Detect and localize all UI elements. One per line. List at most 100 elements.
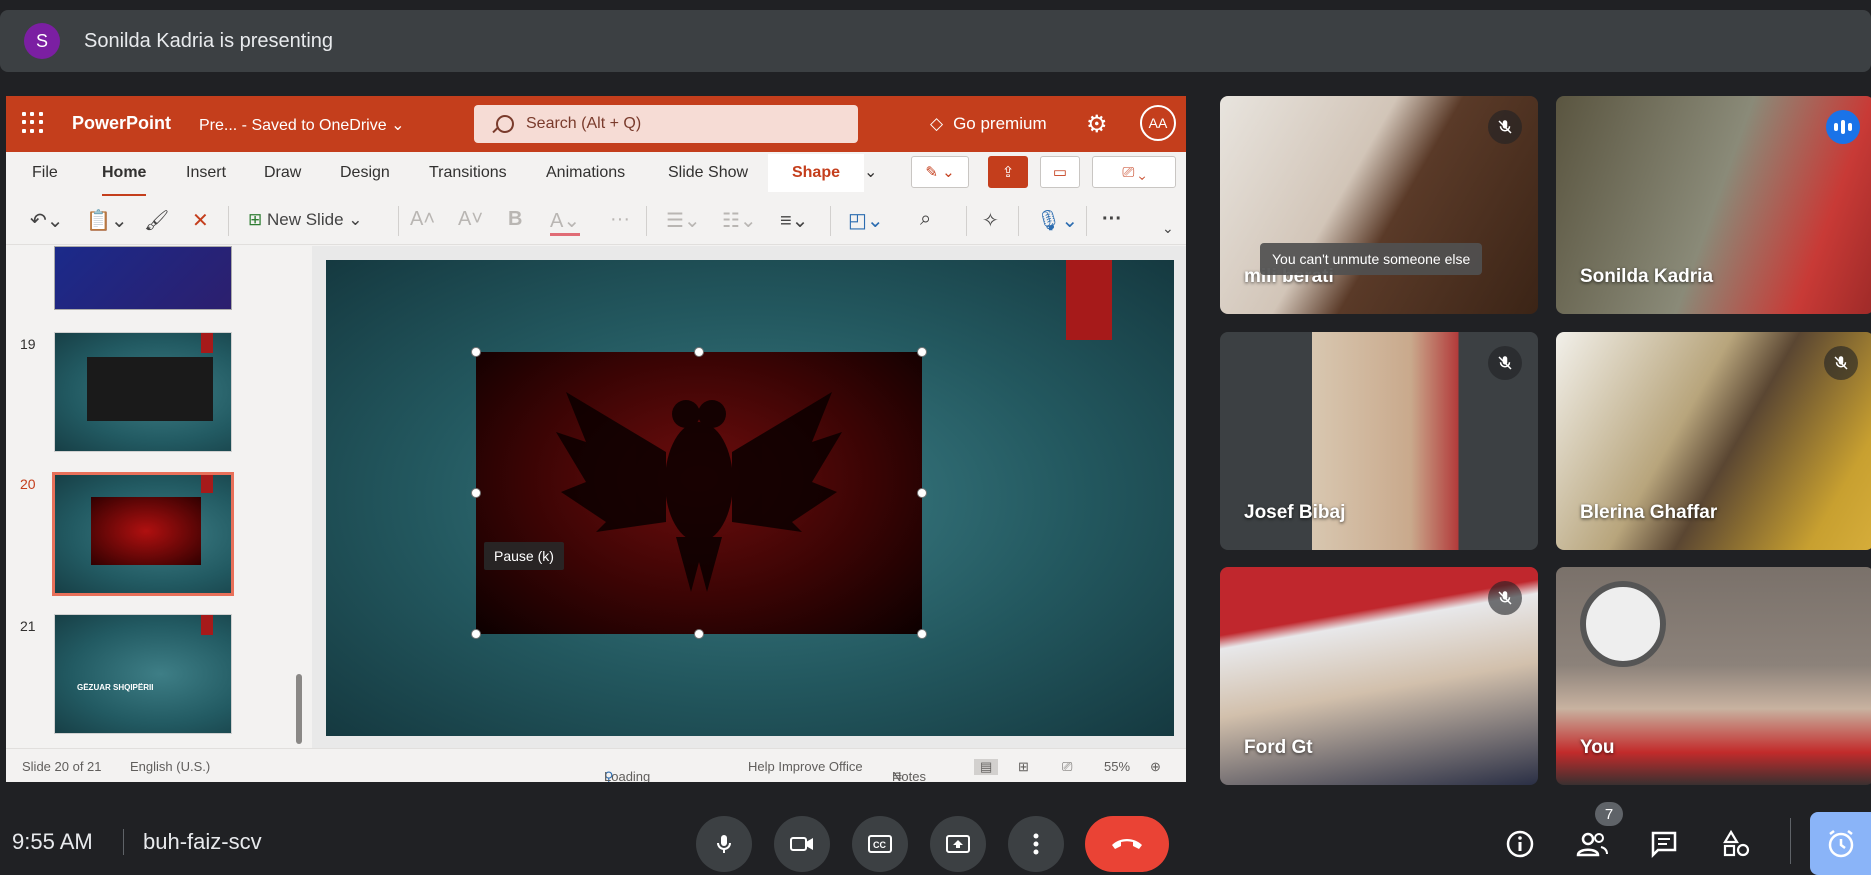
- activities-icon[interactable]: [1718, 826, 1754, 862]
- sorter-view-icon[interactable]: ⊞: [1018, 759, 1029, 775]
- present-now-button[interactable]: [930, 816, 986, 872]
- captions-icon: CC: [868, 835, 892, 853]
- account-avatar[interactable]: AA: [1140, 105, 1176, 141]
- participant-tile[interactable]: You: [1556, 567, 1871, 785]
- numbering-icon[interactable]: ☷⌄: [722, 208, 757, 233]
- find-icon[interactable]: ⌕: [920, 208, 931, 231]
- undo-icon[interactable]: ↶⌄: [30, 208, 64, 233]
- timer-button[interactable]: [1810, 812, 1871, 875]
- bold-icon[interactable]: B: [508, 208, 522, 231]
- chat-icon[interactable]: [1646, 826, 1682, 862]
- document-name[interactable]: Pre... - Saved to OneDrive ⌄: [199, 115, 405, 135]
- participant-name: Blerina Ghaffar: [1580, 502, 1718, 523]
- slide-thumbnail-18[interactable]: [54, 246, 232, 310]
- tab-animations[interactable]: Animations: [546, 164, 625, 182]
- format-painter-icon[interactable]: 🖌: [144, 208, 169, 233]
- microphone-button[interactable]: [696, 816, 752, 872]
- mic-off-icon: [1488, 346, 1522, 380]
- zoom-level[interactable]: 55%: [1104, 759, 1130, 774]
- powerpoint-window: PowerPoint Pre... - Saved to OneDrive ⌄ …: [6, 96, 1186, 782]
- participant-name: Sonilda Kadria: [1580, 266, 1714, 287]
- slide-thumbnail-21[interactable]: GËZUAR SHQIPËRII: [54, 614, 232, 734]
- grow-font-icon[interactable]: A˄: [410, 208, 435, 231]
- fit-slide-icon[interactable]: ⊕: [1150, 759, 1161, 775]
- ribbon-toolbar: ↶⌄ 📋⌄ 🖌 ✕ ⊞ New Slide ⌄ A˄ A˅ B A⌄ ··· ☰…: [6, 196, 1186, 245]
- participant-name: You: [1580, 737, 1615, 758]
- meeting-details-icon[interactable]: [1502, 826, 1538, 862]
- tab-home[interactable]: Home: [102, 164, 147, 197]
- help-improve-link[interactable]: Help Improve Office: [748, 759, 863, 774]
- current-slide[interactable]: Pause (k): [326, 260, 1174, 736]
- slide-count: Slide 20 of 21: [22, 759, 102, 774]
- speaking-indicator-icon: [1826, 110, 1860, 144]
- language-label[interactable]: English (U.S.): [130, 759, 210, 774]
- captions-button[interactable]: CC: [852, 816, 908, 872]
- participant-tile[interactable]: Josef Bibaj: [1220, 332, 1538, 550]
- tab-shape[interactable]: Shape: [768, 154, 864, 192]
- tab-transitions[interactable]: Transitions: [429, 164, 507, 182]
- tab-draw[interactable]: Draw: [264, 164, 301, 182]
- normal-view-icon[interactable]: ▤: [974, 759, 999, 775]
- font-color-icon[interactable]: A⌄: [550, 208, 581, 236]
- current-time: 9:55 AM: [12, 829, 93, 854]
- gear-icon[interactable]: ⚙: [1086, 110, 1108, 139]
- app-name[interactable]: PowerPoint: [72, 113, 171, 134]
- new-slide-button[interactable]: ⊞ New Slide ⌄: [248, 210, 363, 230]
- shrink-font-icon[interactable]: A˅: [458, 208, 483, 231]
- share-button[interactable]: ⇪: [988, 156, 1028, 188]
- dictate-icon[interactable]: 🎙⌄: [1036, 208, 1078, 233]
- app-launcher-icon[interactable]: [22, 112, 44, 134]
- participant-tile[interactable]: mili berati: [1220, 96, 1538, 314]
- divider: [123, 829, 124, 855]
- leave-call-button[interactable]: [1085, 816, 1169, 872]
- participant-tile[interactable]: Sonilda Kadria: [1556, 96, 1871, 314]
- reading-view-icon[interactable]: ⎚: [1062, 759, 1072, 775]
- mic-off-icon: [1488, 581, 1522, 615]
- present-button[interactable]: ⎚ ⌄: [1092, 156, 1176, 188]
- participant-tile[interactable]: Blerina Ghaffar: [1556, 332, 1871, 550]
- delete-icon[interactable]: ✕: [192, 208, 209, 233]
- tab-insert[interactable]: Insert: [186, 164, 226, 182]
- more-font-icon[interactable]: ···: [610, 208, 630, 231]
- slide-number: 20: [20, 476, 36, 492]
- diamond-icon: ◇: [930, 114, 944, 133]
- status-bar: Slide 20 of 21 English (U.S.) ⚲ Loading …: [6, 748, 1186, 782]
- pen-tool-button[interactable]: ✎ ⌄: [911, 156, 969, 188]
- align-icon[interactable]: ≡⌄: [780, 208, 808, 233]
- mic-off-icon: [1488, 110, 1522, 144]
- hang-up-icon: [1112, 839, 1142, 849]
- pause-tooltip: Pause (k): [484, 542, 564, 570]
- meeting-code: buh-faiz-scv: [143, 829, 262, 854]
- slide-thumbnails-pane: 19 20 21 GËZUAR SHQIPËRII: [6, 246, 306, 748]
- unmute-tooltip: You can't unmute someone else: [1260, 243, 1483, 275]
- chevron-down-icon[interactable]: ⌄: [864, 162, 877, 182]
- designer-icon[interactable]: ✧: [982, 208, 999, 233]
- chevron-down-icon[interactable]: ⌄: [1162, 220, 1174, 237]
- tab-file[interactable]: File: [32, 164, 58, 182]
- tab-design[interactable]: Design: [340, 164, 390, 182]
- thumbnail-scrollbar[interactable]: [296, 674, 302, 744]
- search-input[interactable]: Search (Alt + Q): [474, 105, 858, 143]
- camera-button[interactable]: [774, 816, 830, 872]
- red-accent-shape: [1066, 260, 1112, 340]
- bullets-icon[interactable]: ☰⌄: [666, 208, 701, 233]
- slide-number: 19: [20, 336, 36, 352]
- present-icon: [946, 835, 970, 853]
- slide-thumbnail-20[interactable]: [52, 472, 234, 596]
- people-icon[interactable]: [1574, 826, 1610, 862]
- clock-decoration: [1580, 581, 1666, 667]
- participant-tile[interactable]: Ford Gt: [1220, 567, 1538, 785]
- go-premium-button[interactable]: ◇ Go premium: [930, 114, 1047, 134]
- slide-thumbnail-19[interactable]: [54, 332, 232, 452]
- paste-icon[interactable]: 📋⌄: [86, 208, 128, 233]
- more-options-icon[interactable]: ···: [1102, 208, 1122, 231]
- tab-slide-show[interactable]: Slide Show: [668, 164, 748, 182]
- more-options-button[interactable]: [1008, 816, 1064, 872]
- participant-count-badge: 7: [1595, 802, 1623, 826]
- alarm-clock-icon: [1828, 829, 1853, 857]
- svg-text:CC: CC: [873, 840, 886, 850]
- flag-video[interactable]: [471, 347, 927, 639]
- shapes-icon[interactable]: ◰⌄: [848, 208, 884, 233]
- participant-name: Ford Gt: [1244, 737, 1313, 758]
- comments-button[interactable]: ▭: [1040, 156, 1080, 188]
